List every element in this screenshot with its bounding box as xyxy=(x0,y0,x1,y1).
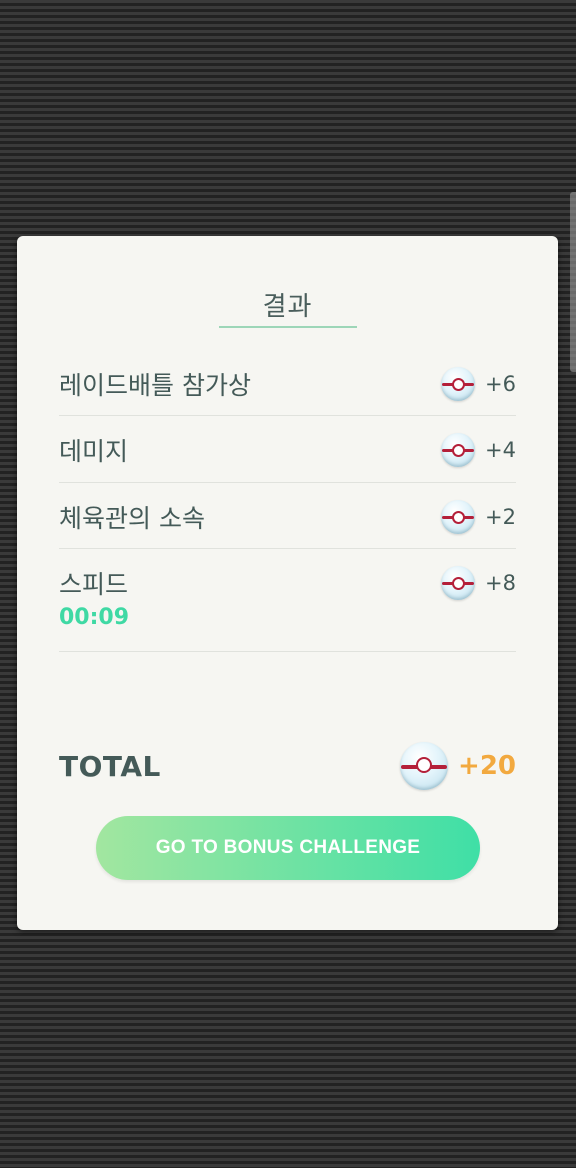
premier-ball-icon xyxy=(441,433,476,467)
speed-time: 00:09 xyxy=(59,605,130,630)
result-row-label: 레이드배틀 참가상 xyxy=(59,371,251,400)
total-label: TOTAL xyxy=(59,750,161,783)
result-row-reward: +8 xyxy=(441,565,516,601)
premier-ball-icon xyxy=(441,367,476,401)
result-row-reward: +2 xyxy=(441,499,516,535)
premier-ball-icon xyxy=(400,742,449,790)
result-row-value: +8 xyxy=(485,571,516,595)
total-value: +20 xyxy=(458,751,516,781)
premier-ball-icon xyxy=(441,566,476,600)
result-row-reward: +4 xyxy=(441,432,516,468)
result-row-reward: +6 xyxy=(441,366,516,402)
result-row-label: 체육관의 소속 xyxy=(59,504,205,533)
results-title: 결과 xyxy=(262,292,313,322)
result-row-raid-participation: 레이드배틀 참가상 +6 xyxy=(59,366,516,416)
result-row-value: +2 xyxy=(485,505,516,529)
results-header: 결과 xyxy=(17,286,558,323)
premier-ball-icon xyxy=(441,500,476,534)
result-row-speed: 스피드 00:09 +8 xyxy=(59,565,516,652)
title-underline xyxy=(219,326,357,328)
result-row-value: +6 xyxy=(485,372,516,396)
scroll-indicator xyxy=(570,192,576,372)
result-row-label: 데미지 xyxy=(59,437,129,466)
result-row-damage: 데미지 +4 xyxy=(59,432,516,483)
result-row-value: +4 xyxy=(485,438,516,462)
result-row-label: 스피드 xyxy=(59,570,129,599)
total-reward: +20 xyxy=(400,742,516,790)
results-panel: 결과 레이드배틀 참가상 +6 데미지 +4 체육관의 소속 +2 스피드 00… xyxy=(17,236,558,930)
bonus-challenge-button[interactable]: GO TO BONUS CHALLENGE xyxy=(96,816,480,880)
result-row-gym-team: 체육관의 소속 +2 xyxy=(59,499,516,549)
